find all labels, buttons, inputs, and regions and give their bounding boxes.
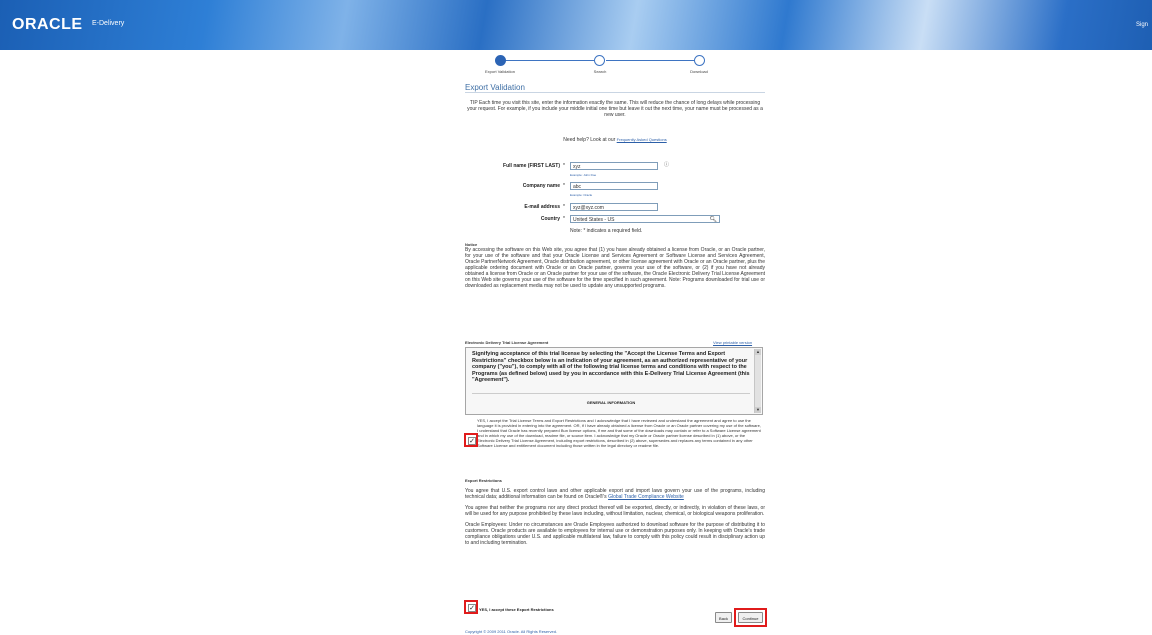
required-mark: *: [563, 163, 565, 169]
progress-train: Export Validation Search Download: [480, 52, 720, 78]
license-scrollbar[interactable]: ▲ ▼: [754, 349, 761, 413]
notice-text: By accessing the software on this Web si…: [465, 247, 765, 289]
scroll-down-icon[interactable]: ▼: [755, 407, 761, 413]
country-label: Country: [540, 216, 560, 222]
general-information-heading: GENERAL INFORMATION: [472, 393, 750, 412]
required-mark: *: [563, 216, 565, 222]
step-download-dot: [694, 55, 705, 66]
highlight-box: [464, 433, 478, 447]
back-button[interactable]: Back: [715, 612, 732, 623]
required-mark: *: [563, 183, 565, 189]
license-heading: Electronic Delivery Trial License Agreem…: [465, 340, 549, 345]
step-label: Download: [690, 69, 708, 74]
accept-export-label: YES, I accept these Export Restrictions: [479, 607, 554, 612]
printable-version-link[interactable]: View printable version: [713, 340, 752, 346]
edelivery-label: E-Delivery: [92, 20, 125, 27]
faq-link[interactable]: Frequently Asked Questions: [617, 137, 667, 142]
export-paragraph-3: Oracle Employees: Under no circumstances…: [465, 522, 765, 546]
step-label: Export Validation: [485, 69, 515, 74]
email-input[interactable]: xyz@xyz.com: [570, 203, 658, 211]
email-row: E-mail address * xyz@xyz.com: [465, 203, 765, 213]
company-hint: Example: Oracle: [570, 193, 593, 197]
country-select[interactable]: United States - US 🔍︎: [570, 215, 720, 223]
required-note: Note: * indicates a required field.: [570, 228, 643, 234]
company-label: Company name: [522, 183, 560, 189]
train-connector: [502, 60, 594, 61]
help-line: Need help? Look at our Frequently Asked …: [465, 137, 765, 143]
country-value: United States - US: [573, 217, 615, 223]
full-name-row: Full name (FIRST LAST) * xyz ⓘ Example: …: [465, 162, 765, 177]
full-name-label: Full name (FIRST LAST): [503, 163, 560, 169]
country-row: Country * United States - US 🔍︎: [465, 215, 765, 225]
email-label: E-mail address: [524, 204, 560, 210]
copyright-link[interactable]: Copyright © 2009 2011 Oracle. All Rights…: [465, 629, 557, 635]
company-row: Company name * abc Example: Oracle: [465, 182, 765, 197]
global-trade-link[interactable]: Global Trade Compliance Website: [608, 494, 684, 500]
license-body: Signifying acceptance of this trial lice…: [472, 351, 750, 383]
step-export-validation-dot: [495, 55, 506, 66]
step-search-dot: [594, 55, 605, 66]
export-paragraph-2: You agree that neither the programs nor …: [465, 505, 765, 517]
highlight-box: [464, 600, 478, 614]
search-icon[interactable]: 🔍︎: [709, 216, 717, 224]
sign-out-link[interactable]: Sign: [1136, 22, 1148, 28]
tip-text: TIP Each time you visit this site, enter…: [467, 100, 763, 118]
export-text: You agree that U.S. export control laws …: [465, 488, 765, 551]
page-title: Export Validation: [465, 84, 765, 93]
full-name-input[interactable]: xyz: [570, 162, 658, 170]
highlight-box: [734, 608, 767, 627]
export-heading: Export Restrictions: [465, 478, 502, 483]
full-name-hint: Example: John Doe: [570, 173, 597, 177]
accept-license-text: YES, I accept the Trial License Terms an…: [477, 418, 761, 448]
required-mark: *: [563, 204, 565, 210]
scroll-up-icon[interactable]: ▲: [755, 349, 761, 355]
help-text: Need help? Look at our: [563, 137, 616, 143]
train-connector: [606, 60, 698, 61]
oracle-logo: ORACLE: [12, 16, 83, 33]
step-label: Search: [593, 69, 607, 74]
info-icon[interactable]: ⓘ: [663, 162, 670, 169]
oracle-banner: ORACLE E-Delivery Sign: [0, 0, 1152, 50]
license-textbox[interactable]: Signifying acceptance of this trial lice…: [465, 347, 763, 415]
company-input[interactable]: abc: [570, 182, 658, 190]
